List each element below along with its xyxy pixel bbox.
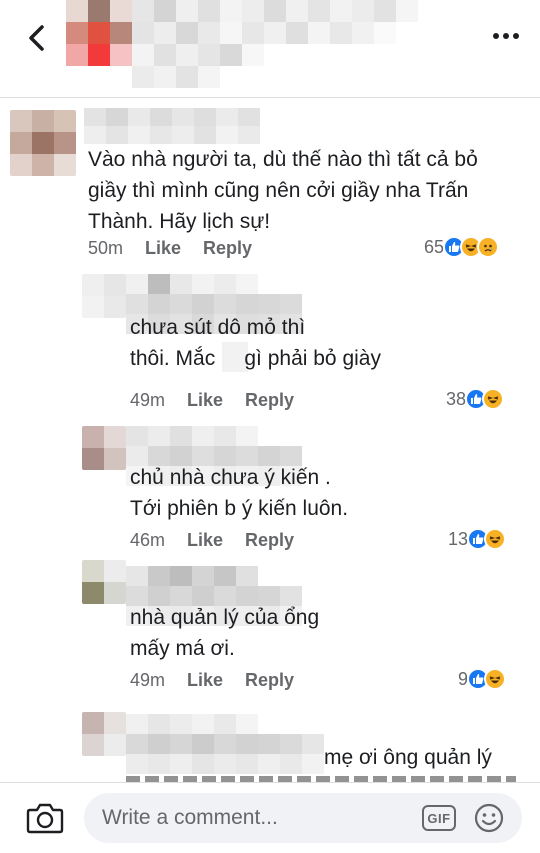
haha-reaction-icon	[484, 668, 507, 690]
like-button[interactable]: Like	[187, 530, 223, 551]
sad-reaction-icon	[477, 236, 500, 258]
reply-item: chủ nhà chưa ý kiến . Tới phiên b ý kiến…	[0, 420, 540, 560]
reply-button[interactable]: Reply	[245, 530, 294, 551]
reaction-count: 38	[446, 388, 467, 409]
reply-button[interactable]: Reply	[203, 238, 252, 259]
haha-reaction-icon	[484, 528, 507, 550]
comment-time: 50m	[88, 238, 124, 258]
chevron-left-icon	[29, 25, 44, 51]
avatar	[82, 560, 126, 604]
emoji-button[interactable]	[474, 803, 504, 833]
comment-meta: 49m Like Reply	[130, 390, 294, 411]
comment-input[interactable]: Write a comment...	[84, 793, 522, 843]
reply-button[interactable]: Reply	[245, 670, 294, 691]
comment-item: Vào nhà người ta, dù thế nào thì tất cả …	[0, 98, 540, 268]
camera-icon	[26, 803, 64, 834]
reaction-summary[interactable]: 13	[448, 528, 507, 550]
comment-meta: 50m Like Reply	[88, 238, 252, 259]
like-button[interactable]: Like	[187, 390, 223, 411]
more-options-button[interactable]	[486, 22, 526, 50]
comment-time: 49m	[130, 390, 166, 410]
comment-composer: Write a comment... GIF	[0, 782, 540, 853]
post-author-avatar-blurred	[66, 0, 132, 66]
like-button[interactable]: Like	[187, 670, 223, 691]
avatar	[10, 110, 76, 176]
commenter-name-blurred	[84, 108, 260, 144]
reply-item: nhà quản lý của ổng mấy má ơi. 49m Like …	[0, 560, 540, 700]
comment-time: 46m	[130, 530, 166, 550]
reaction-count: 65	[424, 236, 445, 257]
reaction-summary[interactable]: 9	[458, 668, 507, 690]
camera-button[interactable]	[26, 801, 64, 835]
comment-time: 49m	[130, 670, 166, 690]
comment-text: nhà quản lý của ổng mấy má ơi.	[130, 606, 320, 660]
comment-text: Vào nhà người ta, dù thế nào thì tất cả …	[88, 148, 478, 233]
comment-text: chủ nhà chưa ý kiến . Tới phiên b ý kiến…	[130, 466, 349, 520]
reply-item: mẹ ơi ông quản lý	[0, 700, 540, 782]
back-button[interactable]	[18, 20, 54, 56]
comment-meta: 46m Like Reply	[130, 530, 294, 551]
haha-reaction-icon	[482, 388, 505, 410]
comment-input-placeholder: Write a comment...	[102, 806, 278, 829]
header-bar	[0, 0, 540, 98]
reaction-count: 13	[448, 528, 469, 549]
reply-button[interactable]: Reply	[245, 390, 294, 411]
avatar	[82, 274, 126, 318]
commenter-name-blurred	[126, 714, 324, 774]
smiley-icon	[474, 803, 504, 833]
ellipsis-icon	[493, 33, 519, 39]
comment-meta: 49m Like Reply	[130, 670, 294, 691]
gif-button[interactable]: GIF	[422, 805, 456, 831]
post-title-blurred	[132, 0, 418, 88]
reply-item: chưa sút dô mỏ thì thôi. Mắc gì phải bỏ …	[0, 268, 540, 420]
reaction-summary[interactable]: 38	[446, 388, 505, 410]
like-button[interactable]: Like	[145, 238, 181, 259]
avatar	[82, 426, 126, 470]
avatar	[82, 712, 126, 756]
comment-text: mẹ ơi ông quản lý	[324, 746, 492, 769]
comment-text: chưa sút dô mỏ thì thôi. Mắc gì phải bỏ …	[130, 316, 381, 370]
reaction-summary[interactable]: 65	[424, 236, 500, 258]
